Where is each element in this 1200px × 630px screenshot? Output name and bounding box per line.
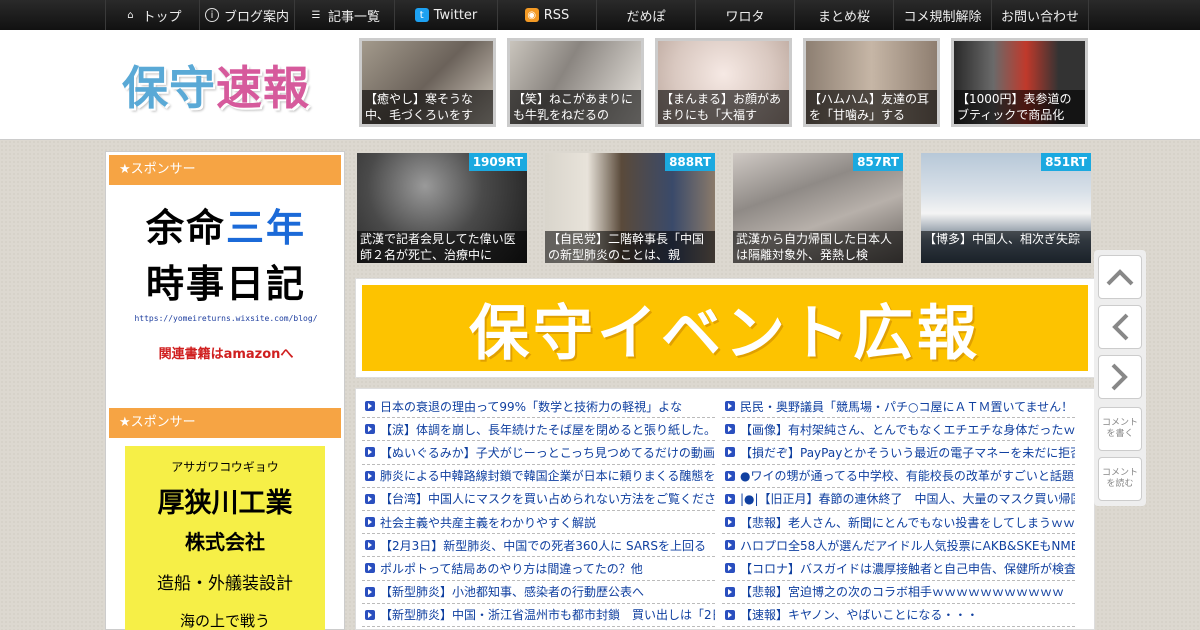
- article-link[interactable]: 【速報】キヤノン、やばいことになる・・・: [722, 604, 1075, 627]
- nav-item-article-list[interactable]: ☰ 記事一覧: [294, 0, 394, 30]
- article-link[interactable]: 【悲報】宮迫博之の次のコラボ相手ｗｗｗｗｗｗｗｗｗｗｗ: [722, 581, 1075, 604]
- header-thumb[interactable]: 【笑】ねこがあまりにも牛乳をねだるの: [507, 38, 644, 127]
- bullet-arrow-icon: [725, 586, 735, 597]
- nav-item-contact[interactable]: お問い合わせ: [991, 0, 1089, 30]
- article-link[interactable]: 【コロナ】バスガイドは濃厚接触者と自己申告、保健所が検査: [722, 557, 1075, 581]
- top-navigation-bar: ⌂ トップ i ブログ案内 ☰ 記事一覧 t Twitter ◉ RSS だめぽ ワロタ …: [0, 0, 1200, 30]
- ad-asagawa-kogyo[interactable]: アサガワコウギョウ 厚狭川工業 株式会社 造船・外艤装設計 海の上で戦う: [125, 446, 325, 630]
- info-icon: i: [204, 8, 219, 22]
- article-link[interactable]: ハロプロ全58人が選んだアイドル人気投票にAKB&SKEもNMB: [722, 534, 1075, 558]
- write-comment-button[interactable]: コメントを書く: [1098, 407, 1142, 451]
- retweet-count-badge: 857RT: [853, 153, 903, 171]
- article-link[interactable]: 【台湾】中国人にマスクを買い占められない方法をご覧ください: [362, 488, 715, 511]
- header-thumb[interactable]: 【癒やし】寒そうな中、毛づくろいをす: [359, 38, 496, 127]
- bullet-arrow-icon: [725, 609, 735, 620]
- nav-item-warota[interactable]: ワロタ: [695, 0, 794, 30]
- article-link[interactable]: 【損だぞ】PayPayとかそういう最近の電子マネーを未だに拒否: [722, 441, 1075, 465]
- bullet-arrow-icon: [365, 424, 375, 435]
- trending-article[interactable]: 851RT 【博多】中国人、相次ぎ失踪: [921, 153, 1091, 263]
- sponsor-heading: ★スポンサー: [109, 155, 341, 185]
- nav-item-top[interactable]: ⌂ トップ: [105, 0, 199, 30]
- bullet-arrow-icon: [365, 447, 375, 458]
- chevron-up-icon: [1106, 269, 1134, 286]
- rss-icon: ◉: [524, 8, 539, 22]
- ad-yomei-sannen[interactable]: 余命三年 時事日記 https://yomeireturns.wixsite.c…: [126, 200, 326, 362]
- site-header: 保守速報 【癒やし】寒そうな中、毛づくろいをす 【笑】ねこがあまりにも牛乳をねだ…: [0, 30, 1200, 140]
- nav-menu: ⌂ トップ i ブログ案内 ☰ 記事一覧 t Twitter ◉ RSS だめぽ ワロタ …: [105, 0, 1089, 30]
- header-thumb[interactable]: 【ハムハム】友達の耳を「甘噛み」する: [803, 38, 940, 127]
- bullet-arrow-icon: [365, 401, 375, 412]
- article-link-list: 日本の衰退の理由って99%「数学と技術力の軽視」よな 【涙】体調を崩し、長年続けた…: [355, 388, 1095, 630]
- chevron-left-icon: [1112, 313, 1129, 341]
- bullet-arrow-icon: [365, 493, 375, 504]
- nav-item-comment-unblock[interactable]: コメ規制解除: [893, 0, 991, 30]
- read-comments-button[interactable]: コメントを読む: [1098, 457, 1142, 501]
- header-thumb[interactable]: 【1000円】表参道のブティックで商品化: [951, 38, 1088, 127]
- article-link[interactable]: 【画像】有村架純さん、とんでもなくエチエチな身体だったｗ: [722, 418, 1075, 442]
- bullet-arrow-icon: [365, 586, 375, 597]
- list-icon: ☰: [311, 9, 321, 21]
- twitter-icon: t: [414, 8, 429, 22]
- bullet-arrow-icon: [725, 517, 735, 528]
- bullet-arrow-icon: [725, 470, 735, 481]
- nav-item-rss[interactable]: ◉ RSS: [497, 0, 596, 30]
- trending-article[interactable]: 1909RT 武漢で記者会見してた偉い医師２名が死亡、治療中に: [357, 153, 527, 263]
- bullet-arrow-icon: [725, 493, 735, 504]
- bullet-arrow-icon: [365, 563, 375, 574]
- bullet-arrow-icon: [365, 540, 375, 551]
- article-link[interactable]: ●ワイの甥が通ってる中学校、有能校長の改革がすごいと話題に: [722, 465, 1075, 488]
- article-link[interactable]: 日本の衰退の理由って99%「数学と技術力の軽視」よな: [362, 395, 715, 419]
- article-link[interactable]: 【新型肺炎】中国・浙江省温州市も都市封鎖 買い出しは「2日: [362, 604, 715, 627]
- header-thumb[interactable]: 【まんまる】お顔があまりにも「大福す: [655, 38, 792, 127]
- retweet-count-badge: 1909RT: [468, 153, 527, 171]
- next-button[interactable]: [1098, 355, 1142, 399]
- trending-article[interactable]: 857RT 武漢から自力帰国した日本人は隔離対象外、発熱し検: [733, 153, 903, 263]
- nav-item-twitter[interactable]: t Twitter: [394, 0, 497, 30]
- sidebar: ★スポンサー 余命三年 時事日記 https://yomeireturns.wi…: [105, 151, 345, 630]
- article-link[interactable]: 民民・奥野議員「競馬場・パチ○コ屋にＡＴＭ置いてません！: [722, 395, 1075, 419]
- bullet-arrow-icon: [725, 424, 735, 435]
- article-link[interactable]: 【悲報】老人さん、新聞にとんでもない投書をしてしまうｗｗ: [722, 511, 1075, 535]
- bullet-arrow-icon: [365, 470, 375, 481]
- chevron-right-icon: [1111, 363, 1128, 391]
- retweet-count-badge: 851RT: [1041, 153, 1091, 171]
- bullet-arrow-icon: [725, 447, 735, 458]
- link-column-right: 民民・奥野議員「競馬場・パチ○コ屋にＡＴＭ置いてません！ 【画像】有村架純さん、と…: [722, 395, 1075, 627]
- scroll-top-button[interactable]: [1098, 255, 1142, 299]
- event-banner[interactable]: 保守イベント広報: [355, 278, 1095, 378]
- article-link[interactable]: 肺炎による中韓路線封鎖で韓国企業が日本に頼りまくる醜態を: [362, 465, 715, 488]
- article-link[interactable]: 【新型肺炎】小池都知事、感染者の行動歴公表へ: [362, 581, 715, 604]
- article-link[interactable]: 【2月3日】新型肺炎、中国での死者360人に SARSを上回る: [362, 534, 715, 558]
- retweet-count-badge: 888RT: [665, 153, 715, 171]
- nav-item-matome-sakura[interactable]: まとめ桜: [794, 0, 893, 30]
- article-link[interactable]: 【涙】体調を崩し、長年続けたそば屋を閉めると張り紙した。: [362, 418, 715, 442]
- bullet-arrow-icon: [365, 517, 375, 528]
- site-logo[interactable]: 保守速報: [122, 52, 310, 118]
- link-column-left: 日本の衰退の理由って99%「数学と技術力の軽視」よな 【涙】体調を崩し、長年続けた…: [362, 395, 715, 627]
- article-link[interactable]: 社会主義や共産主義をわかりやすく解説: [362, 511, 715, 535]
- article-link[interactable]: ポルポトって結局あのやり方は間違ってたの？他: [362, 557, 715, 581]
- article-link[interactable]: |●|【旧正月】春節の連休終了 中国人、大量のマスク買い帰国: [722, 488, 1075, 511]
- bullet-arrow-icon: [725, 540, 735, 551]
- article-link[interactable]: 【ぬいぐるみか】子犬がじーっとこっち見つめてるだけの動画: [362, 441, 715, 465]
- bullet-arrow-icon: [725, 563, 735, 574]
- nav-item-blog-guide[interactable]: i ブログ案内: [199, 0, 294, 30]
- home-icon: ⌂: [127, 9, 134, 21]
- bullet-arrow-icon: [365, 609, 375, 620]
- trending-article[interactable]: 888RT 【自民党】二階幹事長「中国の新型肺炎のことは、親: [545, 153, 715, 263]
- previous-button[interactable]: [1098, 305, 1142, 349]
- sponsor-heading: ★スポンサー: [109, 408, 341, 438]
- bullet-arrow-icon: [725, 401, 735, 412]
- nav-item-damepo[interactable]: だめぽ: [596, 0, 695, 30]
